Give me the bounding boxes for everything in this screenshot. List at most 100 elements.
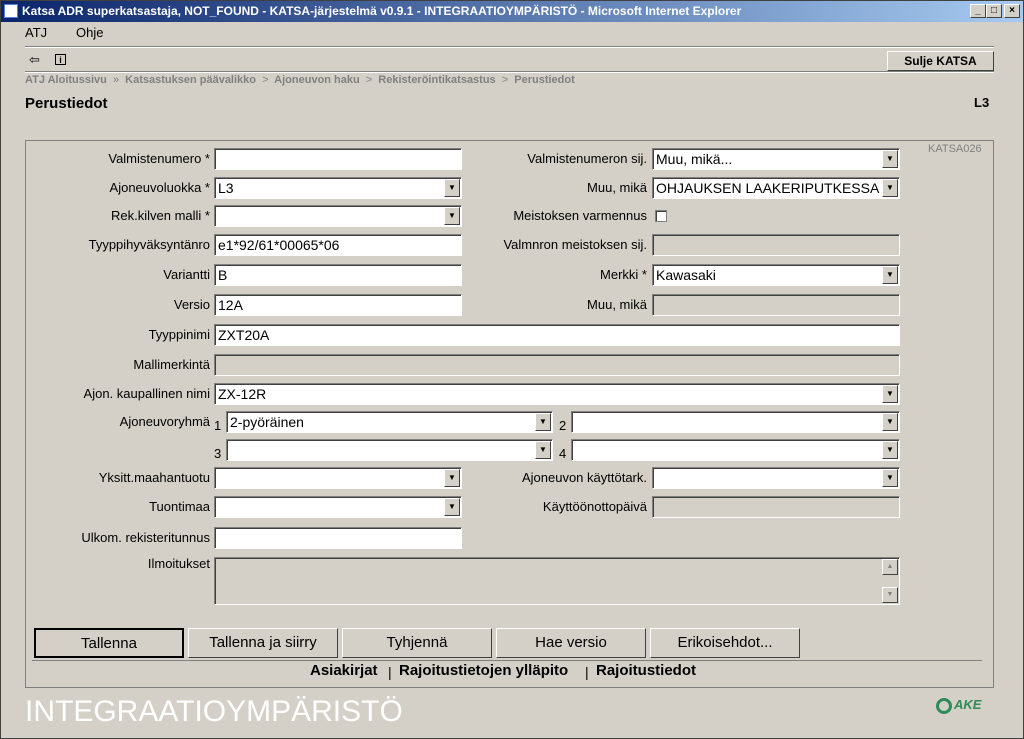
kaupallinen-nimi-label: Ajon. kaupallinen nimi: [83, 386, 210, 401]
variantti-label: Variantti: [163, 267, 210, 282]
breadcrumb-separator: >: [365, 74, 373, 86]
yksitt-maahantuotu-select[interactable]: ▼: [214, 467, 462, 489]
chevron-down-icon[interactable]: ▼: [882, 179, 898, 197]
versio-input[interactable]: 12A: [214, 294, 462, 316]
muu-mika-2-label: Muu, mikä: [587, 297, 647, 312]
tallenna-ja-siirry-button[interactable]: Tallenna ja siirry: [188, 628, 338, 658]
breadcrumb-ajoneuvon-haku[interactable]: Ajoneuvon haku: [274, 74, 360, 86]
valmistenumeron-sij-value: Muu, mikä...: [656, 151, 733, 167]
rajoitustietojen-yllapito-link[interactable]: Rajoitustietojen ylläpito: [399, 662, 568, 679]
merkki-value: Kawasaki: [656, 267, 716, 283]
ake-logo-text: AKE: [954, 697, 982, 712]
ajoneuvoluokka-label: Ajoneuvoluokka *: [109, 180, 210, 195]
kaupallinen-nimi-value: ZX-12R: [218, 386, 267, 402]
window-title-bar: Katsa ADR superkatsastaja, NOT_FOUND - K…: [0, 0, 1024, 22]
breadcrumb-katsastuksen-paavalikko[interactable]: Katsastuksen päävalikko: [125, 74, 256, 86]
footer-divider: [32, 660, 982, 661]
kayttoonottopaiva-input: [652, 496, 900, 518]
muu-mika-select[interactable]: OHJAUKSEN LAAKERIPUTKESSA ▼: [652, 177, 900, 199]
maximize-button[interactable]: □: [986, 4, 1002, 18]
ajoneuvoryhma-4-select[interactable]: ▼: [571, 439, 900, 461]
tyyppinimi-input[interactable]: ZXT20A: [214, 324, 900, 346]
back-arrow-icon[interactable]: ⇦: [29, 52, 40, 68]
kayttotark-select[interactable]: ▼: [652, 467, 900, 489]
kayttoonottopaiva-label: Käyttöönottopäivä: [542, 499, 647, 514]
chevron-down-icon[interactable]: ▼: [882, 266, 898, 284]
close-window-button[interactable]: ×: [1004, 4, 1020, 18]
ilmoitukset-textarea: ▲ ▼: [214, 557, 900, 605]
valmistenumeron-sij-select[interactable]: Muu, mikä... ▼: [652, 148, 900, 170]
versio-label: Versio: [173, 297, 210, 312]
tuontimaa-select[interactable]: ▼: [214, 496, 462, 518]
tuontimaa-label: Tuontimaa: [149, 499, 210, 514]
ilmoitukset-label: Ilmoitukset: [147, 556, 210, 571]
tyyppinimi-label: Tyyppinimi: [148, 327, 210, 342]
valmistenumero-label: Valmistenumero *: [108, 151, 210, 166]
muu-mika-label: Muu, mikä: [587, 180, 647, 195]
chevron-down-icon[interactable]: ▼: [444, 469, 460, 487]
valmnron-meistoksen-sij-label: Valmnron meistoksen sij.: [503, 237, 647, 252]
ajoneuvoryhma-label: Ajoneuvoryhmä: [119, 414, 210, 429]
muu-mika-value: OHJAUKSEN LAAKERIPUTKESSA: [656, 180, 880, 196]
rajoitustiedot-link[interactable]: Rajoitustiedot: [596, 662, 696, 679]
chevron-down-icon[interactable]: ▼: [444, 207, 460, 225]
chevron-down-icon[interactable]: ▼: [882, 469, 898, 487]
menu-ohje[interactable]: Ohje: [76, 25, 103, 40]
menu-atj[interactable]: ATJ: [25, 25, 47, 40]
ajoneuvoluokka-select[interactable]: L3 ▼: [214, 177, 462, 199]
tyyppihyvaksyntanro-input[interactable]: e1*92/61*00065*06: [214, 234, 462, 256]
tyhjenna-button[interactable]: Tyhjennä: [342, 628, 492, 658]
kayttotark-label: Ajoneuvon käyttötark.: [521, 470, 647, 485]
menu-divider: [25, 46, 994, 48]
hae-versio-button[interactable]: Hae versio: [496, 628, 646, 658]
chevron-down-icon[interactable]: ▼: [444, 498, 460, 516]
minimize-button[interactable]: _: [970, 4, 986, 18]
valmistenumero-input[interactable]: [214, 148, 462, 170]
breadcrumb-rekisterointikatsastus[interactable]: Rekisteröintikatsastus: [378, 74, 495, 86]
meistoksen-varmennus-checkbox[interactable]: [655, 210, 667, 222]
ulkom-rekisteritunnus-input[interactable]: [214, 527, 462, 549]
chevron-down-icon[interactable]: ▼: [444, 179, 460, 197]
ajoneuvoryhma-num-2: 2: [559, 418, 567, 433]
breadcrumb-separator: >: [262, 74, 269, 86]
meistoksen-varmennus-label: Meistoksen varmennus: [513, 208, 647, 223]
breadcrumb-perustiedot: Perustiedot: [514, 74, 575, 86]
environment-banner: INTEGRAATIOYMPÄRISTÖ: [25, 695, 403, 728]
close-katsa-button[interactable]: Sulje KATSA: [887, 51, 994, 71]
rek-kilven-malli-label: Rek.kilven malli *: [111, 208, 210, 223]
chevron-down-icon[interactable]: ▼: [882, 150, 898, 168]
window-title: Katsa ADR superkatsastaja, NOT_FOUND - K…: [22, 4, 742, 18]
breadcrumb-separator: »: [112, 74, 120, 86]
ajoneuvoryhma-num-4: 4: [559, 446, 567, 461]
breadcrumb-separator: >: [501, 74, 509, 86]
vehicle-class-code: L3: [974, 95, 990, 110]
ajoneuvoryhma-3-select[interactable]: ▼: [226, 439, 553, 461]
chevron-down-icon[interactable]: ▼: [882, 385, 898, 403]
scroll-up-icon[interactable]: ▲: [882, 559, 898, 575]
ajoneuvoryhma-num-3: 3: [214, 446, 222, 461]
chevron-down-icon[interactable]: ▼: [535, 413, 551, 431]
ake-logo-icon: [936, 697, 952, 714]
ajoneuvoryhma-2-select[interactable]: ▼: [571, 411, 900, 433]
rek-kilven-malli-select[interactable]: ▼: [214, 205, 462, 227]
merkki-select[interactable]: Kawasaki ▼: [652, 264, 900, 286]
footer-link-separator: |: [585, 664, 589, 680]
chevron-down-icon[interactable]: ▼: [882, 441, 898, 459]
chevron-down-icon[interactable]: ▼: [882, 413, 898, 431]
kaupallinen-nimi-select[interactable]: ZX-12R ▼: [214, 383, 900, 405]
ake-logo: AKE: [936, 697, 981, 714]
tallenna-button[interactable]: Tallenna: [34, 628, 184, 658]
ajoneuvoryhma-1-select[interactable]: 2-pyöräinen ▼: [226, 411, 553, 433]
mallimerkinta-input: [214, 354, 900, 376]
erikoisehdot-button[interactable]: Erikoisehdot...: [650, 628, 800, 658]
ulkom-rekisteritunnus-label: Ulkom. rekisteritunnus: [81, 530, 210, 545]
page-title: Perustiedot: [25, 95, 108, 112]
valmnron-meistoksen-sij-input: [652, 234, 900, 256]
asiakirjat-link[interactable]: Asiakirjat: [310, 662, 378, 679]
footer-link-separator: |: [388, 664, 392, 680]
info-icon[interactable]: i: [55, 54, 66, 65]
scroll-down-icon[interactable]: ▼: [882, 587, 898, 603]
variantti-input[interactable]: B: [214, 264, 462, 286]
breadcrumb-atj-aloitussivu[interactable]: ATJ Aloitussivu: [25, 74, 107, 86]
chevron-down-icon[interactable]: ▼: [535, 441, 551, 459]
